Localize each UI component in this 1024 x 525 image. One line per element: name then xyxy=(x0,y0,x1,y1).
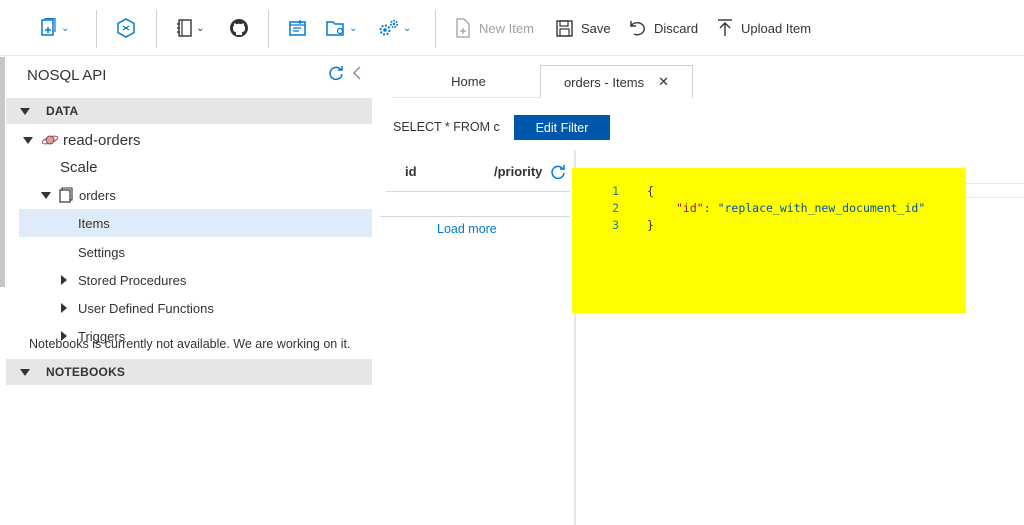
notebook-icon xyxy=(177,19,192,37)
column-header-id[interactable]: id xyxy=(405,164,417,179)
database-label: read-orders xyxy=(63,131,141,149)
database-planet-icon xyxy=(41,135,59,145)
sidebar-item-items[interactable]: Items xyxy=(19,209,372,237)
highlight-overlay xyxy=(572,168,966,313)
caret-down-icon xyxy=(41,191,51,199)
caret-right-icon xyxy=(61,275,67,285)
divider xyxy=(380,216,570,217)
database-node[interactable]: read-orders xyxy=(6,126,372,154)
new-item-button[interactable]: New Item xyxy=(455,10,534,46)
sidebar-item-label: User Defined Functions xyxy=(78,300,214,316)
json-key: "id" xyxy=(676,201,704,215)
query-window-icon xyxy=(289,20,306,36)
container-label: orders xyxy=(79,187,116,203)
notebooks-section-header[interactable]: NOTEBOOKS xyxy=(6,359,372,385)
new-container-button[interactable]: ⌄ xyxy=(40,10,69,46)
chevron-down-icon: ⌄ xyxy=(61,22,70,34)
refresh-icon[interactable] xyxy=(328,65,344,81)
chevron-down-icon: ⌄ xyxy=(403,22,412,34)
new-item-label: New Item xyxy=(479,20,534,36)
tab-strip: Home orders - Items ✕ xyxy=(372,57,1024,98)
scale-node[interactable]: Scale xyxy=(6,153,372,181)
upload-icon xyxy=(718,19,732,36)
refresh-icon[interactable] xyxy=(550,164,566,180)
items-list-header: id /priority xyxy=(386,158,570,192)
code-line-3[interactable]: } xyxy=(647,218,654,232)
line-number: 2 xyxy=(612,201,619,215)
discard-label: Discard xyxy=(654,20,699,36)
data-section-label: DATA xyxy=(46,104,79,118)
caret-down-icon xyxy=(20,107,30,115)
notebooks-section-label: NOTEBOOKS xyxy=(46,365,126,379)
edit-filter-button[interactable]: Edit Filter xyxy=(514,115,610,140)
open-folder-button[interactable]: ⌄ xyxy=(326,10,357,46)
divider xyxy=(96,10,97,48)
data-section-header[interactable]: DATA xyxy=(6,98,372,124)
caret-down-icon xyxy=(23,136,33,144)
open-query-button[interactable] xyxy=(289,10,307,46)
folder-icon xyxy=(326,21,344,36)
tab-label: Home xyxy=(451,73,486,89)
discard-button[interactable]: Discard xyxy=(628,10,698,46)
tab-home[interactable]: Home xyxy=(392,65,545,98)
sidebar-item-user-defined-functions[interactable]: User Defined Functions xyxy=(6,294,372,322)
save-button[interactable]: Save xyxy=(556,10,611,46)
line-number: 1 xyxy=(612,184,619,198)
tab-orders-items[interactable]: orders - Items ✕ xyxy=(540,65,693,98)
save-icon xyxy=(556,19,573,37)
undo-icon xyxy=(630,21,645,36)
notebooks-message: Notebooks is currently not available. We… xyxy=(29,337,351,351)
code-line-1[interactable]: { xyxy=(647,184,654,198)
close-icon[interactable]: ✕ xyxy=(658,74,669,90)
container-icon xyxy=(59,187,73,203)
new-container-icon xyxy=(41,18,56,36)
connect-button[interactable] xyxy=(117,10,135,46)
json-value: "replace_with_new_document_id" xyxy=(717,201,926,215)
code-line-2[interactable]: "id": "replace_with_new_document_id" xyxy=(676,201,925,215)
github-button[interactable] xyxy=(229,10,249,46)
line-number: 3 xyxy=(612,218,619,232)
settings-button[interactable]: ⌄ xyxy=(378,10,411,46)
sidebar-item-label: Settings xyxy=(78,244,125,260)
sidebar-item-settings[interactable]: Settings xyxy=(6,238,372,266)
scale-label: Scale xyxy=(60,158,98,176)
sidebar-scrollbar[interactable] xyxy=(0,57,5,287)
save-label: Save xyxy=(581,20,611,36)
chevron-down-icon: ⌄ xyxy=(196,22,205,34)
collapse-icon[interactable] xyxy=(352,65,362,81)
resource-tree-panel: NOSQL API DATA read-orders Scale orders … xyxy=(6,57,372,525)
divider xyxy=(156,10,157,48)
command-bar: ⌄ ⌄ ⌄ ⌄ New Item Save Discard Upload Ite… xyxy=(0,0,1024,56)
load-more-link[interactable]: Load more xyxy=(437,222,497,236)
upload-item-button[interactable]: Upload Item xyxy=(717,10,811,46)
divider xyxy=(268,10,269,48)
container-node[interactable]: orders xyxy=(6,181,372,209)
query-text: SELECT * FROM c xyxy=(393,120,500,134)
chevron-down-icon: ⌄ xyxy=(349,22,358,34)
new-notebook-button[interactable]: ⌄ xyxy=(177,10,204,46)
json-separator: : xyxy=(703,201,718,215)
new-document-icon xyxy=(456,18,470,38)
divider xyxy=(435,10,436,48)
api-title: NOSQL API xyxy=(27,67,107,84)
upload-item-label: Upload Item xyxy=(741,20,812,36)
gears-icon xyxy=(379,19,399,36)
sidebar-item-label: Stored Procedures xyxy=(78,272,187,288)
sidebar-item-stored-procedures[interactable]: Stored Procedures xyxy=(6,266,372,294)
tab-label: orders - Items xyxy=(563,74,645,90)
cosmos-hexagon-icon xyxy=(117,18,135,38)
sidebar-item-label: Items xyxy=(78,215,110,231)
github-icon xyxy=(230,19,248,37)
caret-right-icon xyxy=(61,303,67,313)
caret-down-icon xyxy=(20,368,30,376)
column-header-partition-key[interactable]: /priority xyxy=(494,164,542,179)
